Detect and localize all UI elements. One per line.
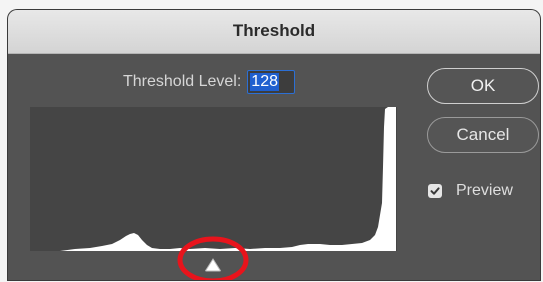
threshold-level-label: Threshold Level: xyxy=(123,73,242,90)
ok-button[interactable]: OK xyxy=(427,68,539,104)
threshold-level-input[interactable]: 128 xyxy=(247,70,296,94)
histogram xyxy=(30,107,397,251)
histogram-graph xyxy=(30,107,396,251)
threshold-level-row: Threshold Level: 128 xyxy=(123,69,296,95)
checkmark-icon xyxy=(430,187,440,195)
dialog-title: Threshold xyxy=(232,21,316,40)
threshold-dialog: Threshold Threshold Level: 128 OK Cancel… xyxy=(8,10,540,280)
preview-option[interactable]: Preview xyxy=(428,182,513,200)
threshold-level-value: 128 xyxy=(250,73,279,91)
preview-label: Preview xyxy=(456,182,513,199)
histogram-fill xyxy=(30,107,396,251)
annotation-circle xyxy=(176,234,250,280)
preview-checkbox[interactable] xyxy=(428,184,442,198)
cancel-button[interactable]: Cancel xyxy=(427,117,539,153)
title-bar[interactable]: Threshold xyxy=(8,10,540,54)
